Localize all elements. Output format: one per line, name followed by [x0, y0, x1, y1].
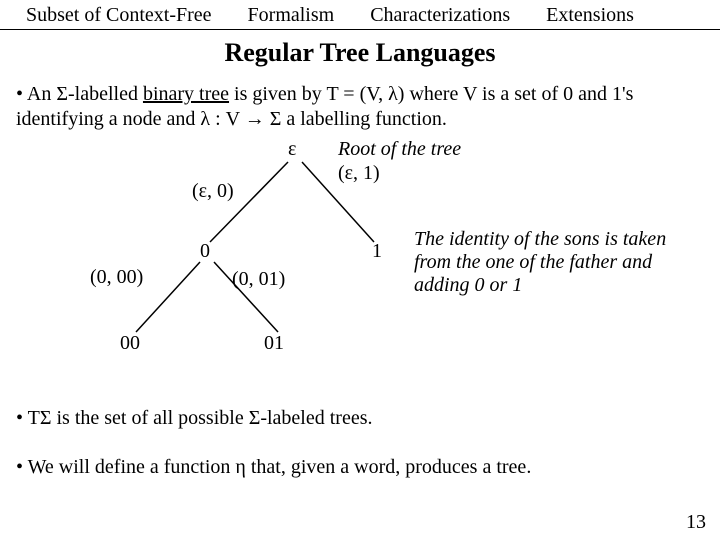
page-title: Regular Tree Languages [0, 38, 720, 68]
paragraph-def: • An Σ-labelled binary tree is given by … [16, 82, 704, 132]
node-epsilon: ε [288, 138, 296, 161]
edge-label-0-00: (0, 00) [90, 266, 143, 289]
para1-binary-tree: binary tree [143, 83, 229, 105]
para1-part-a: • An Σ-labelled [16, 83, 143, 105]
edge-label-0-01: (0, 01) [232, 268, 285, 291]
section-tabs: Subset of Context-Free Formalism Charact… [0, 0, 720, 30]
edge-label-eps-0: (ε, 0) [192, 180, 234, 203]
node-0: 0 [200, 240, 210, 263]
tab-characterizations: Characterizations [352, 0, 528, 29]
node-01: 01 [264, 332, 284, 355]
node-1: 1 [372, 240, 382, 263]
tab-extensions: Extensions [528, 0, 652, 29]
tab-subset: Subset of Context-Free [8, 0, 230, 29]
tab-formalism: Formalism [230, 0, 353, 29]
annotation-sons: The identity of the sons is taken from t… [414, 228, 704, 297]
paragraph-tsigma: • TΣ is the set of all possible Σ-labele… [16, 406, 704, 431]
node-00: 00 [120, 332, 140, 355]
paragraph-eta: • We will define a function η that, give… [16, 455, 704, 480]
annotation-root: Root of the tree [338, 138, 461, 161]
page-number: 13 [686, 511, 706, 534]
edge-label-eps-1: (ε, 1) [338, 162, 380, 185]
tree-diagram: ε (ε, 0) 0 (0, 00) 00 (0, 01) 01 1 Root … [0, 132, 720, 392]
